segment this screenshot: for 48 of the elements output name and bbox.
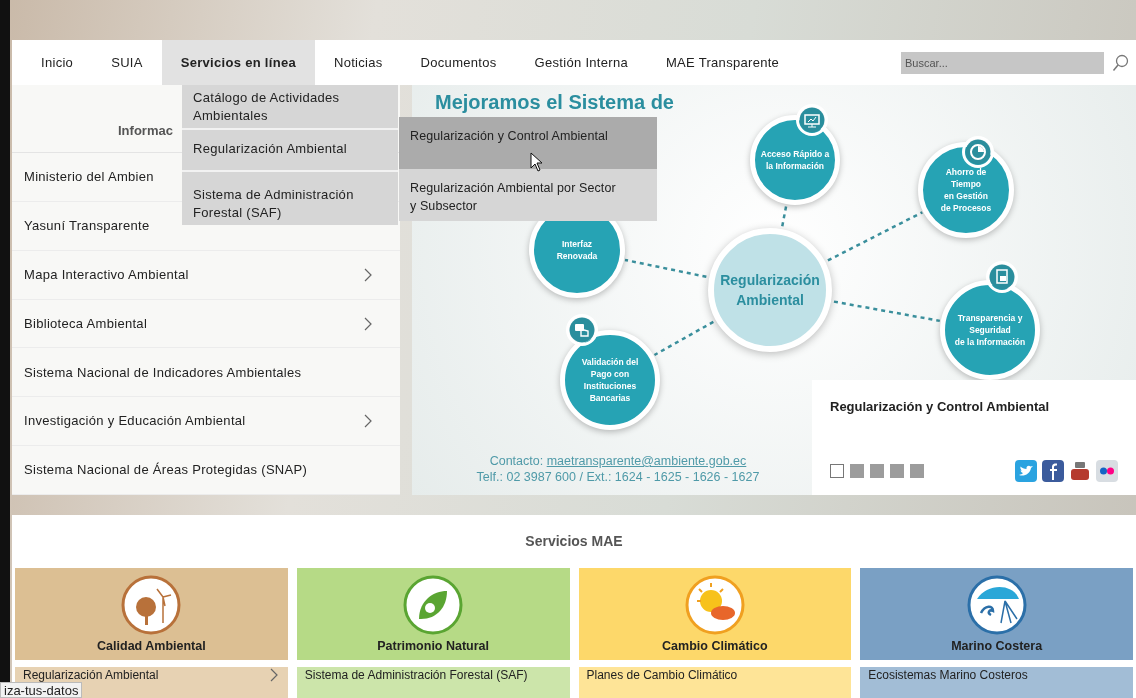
sidebar-item[interactable]: Sistema Nacional de Indicadores Ambientales [12,348,400,398]
search-field[interactable]: Buscar... [901,51,1104,74]
search-icon[interactable] [1112,53,1130,72]
dropdown-item[interactable]: Catálogo de Actividades Ambientales [182,85,398,128]
phone-text: Telf.: 02 3987 600 / Ext.: 1624 - 1625 - 1626 - 1627 [475,469,761,485]
service-link[interactable]: Planes de Cambio Climático [578,667,852,698]
letter-f-icon [1042,460,1064,482]
chevron-right-icon [269,668,278,682]
section-title: Servicios MAE [525,532,623,551]
service-card[interactable]: Patrimonio Natural [296,568,570,660]
slide-title: Mejoramos el Sistema de [435,90,674,115]
card-title: Patrimonio Natural [377,638,490,656]
bird-icon [1015,460,1037,482]
service-card[interactable]: Marino Costera [860,568,1133,660]
connector-line [781,204,788,227]
sidebar-item[interactable]: Biblioteca Ambiental [12,299,400,349]
service-link[interactable]: Sistema de Administración Forestal (SAF) [296,667,570,698]
hand-card-icon [566,314,598,346]
caption-title: Regularización y Control Ambiental [830,398,1051,416]
document-lock-icon [986,261,1018,293]
dropdown-item[interactable]: Regularización Ambiental [182,128,398,170]
tv-icon [1069,460,1091,482]
chevron-right-icon [364,267,372,282]
submenu-item[interactable]: Regularización y Control Ambiental [399,117,657,169]
chevron-right-icon [364,316,372,331]
service-card[interactable]: Cambio Climático [578,568,852,660]
card-title: Cambio Climático [662,638,768,656]
sidebar-item[interactable]: Investigación y Educación Ambiental [12,397,400,447]
clock-icon [962,136,994,168]
contact-label: Contacto: [489,454,545,468]
sidebar-item[interactable]: Mapa Interactivo Ambiental [12,250,400,300]
wave-icon [966,575,1027,635]
card-title: Calidad Ambiental [97,638,206,656]
leaf-icon [403,575,464,635]
nav-tab[interactable]: Servicios en línea [161,40,315,85]
sidebar-item[interactable]: Sistema Nacional de Áreas Protegidas (SNAP) [12,446,400,495]
two-dots-icon [1096,460,1118,482]
service-link[interactable]: Ecosistemas Marino Costeros [860,667,1133,698]
mouse-cursor-icon [530,152,544,172]
tree-turbine-icon [121,575,182,635]
card-title: Marino Costera [951,638,1043,656]
connector-line [653,320,714,357]
sidebar-header: Informac [118,122,173,141]
sun-cloud-icon [684,575,745,635]
monitor-icon [796,104,828,136]
status-tooltip: iza-tus-datos [0,682,83,698]
service-card[interactable]: Calidad Ambiental [15,568,288,660]
chevron-right-icon [364,414,372,429]
